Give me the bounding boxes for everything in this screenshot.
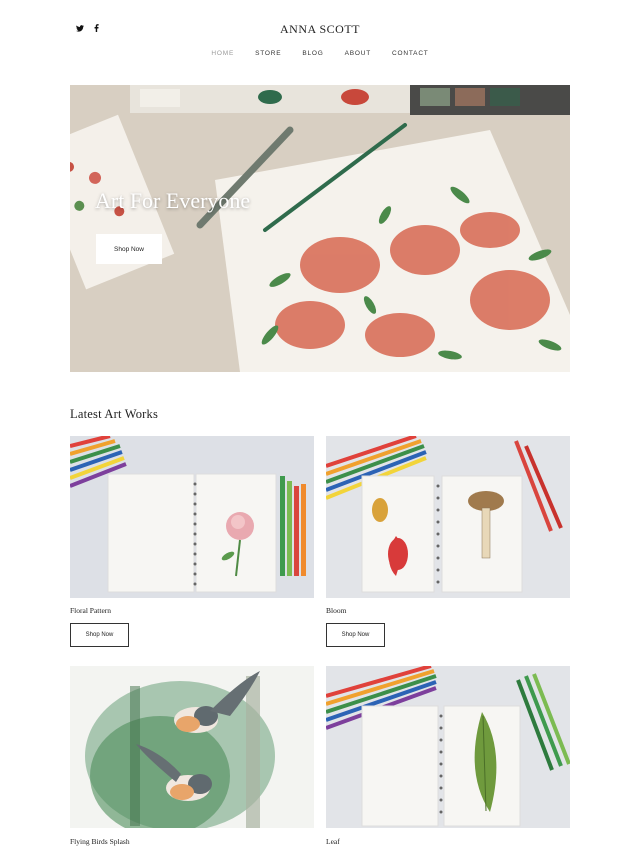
artwork-image-bloom[interactable] (326, 436, 570, 598)
site-brand[interactable]: ANNA SCOTT (0, 22, 640, 37)
hero-illustration (70, 85, 570, 372)
artwork-title[interactable]: Leaf (326, 837, 340, 846)
hero-shop-now-button[interactable]: Shop Now (96, 234, 162, 264)
nav-item-blog[interactable]: BLOG (302, 50, 323, 57)
artwork-title[interactable]: Flying Birds Splash (70, 837, 130, 846)
hero-banner-image (70, 85, 570, 372)
floral-pattern-illustration (70, 436, 314, 598)
flying-birds-illustration (70, 666, 314, 828)
artwork-title[interactable]: Bloom (326, 606, 346, 615)
leaf-illustration (326, 666, 570, 828)
hero-title: Art For Everyone (95, 188, 251, 213)
nav-item-contact[interactable]: CONTACT (392, 50, 429, 57)
section-title: Latest Art Works (70, 407, 159, 421)
nav-item-store[interactable]: STORE (255, 50, 281, 57)
artwork-image-flying-birds-splash[interactable] (70, 666, 314, 828)
artwork-title[interactable]: Floral Pattern (70, 606, 111, 615)
bloom-illustration (326, 436, 570, 598)
main-nav: HOME STORE BLOG ABOUT CONTACT (0, 50, 640, 57)
nav-item-about[interactable]: ABOUT (345, 50, 371, 57)
floral-pattern-shop-now-button[interactable]: Shop Now (70, 623, 129, 647)
artwork-image-leaf[interactable] (326, 666, 570, 828)
nav-item-home[interactable]: HOME (211, 50, 234, 57)
artwork-image-floral-pattern[interactable] (70, 436, 314, 598)
bloom-shop-now-button[interactable]: Shop Now (326, 623, 385, 647)
